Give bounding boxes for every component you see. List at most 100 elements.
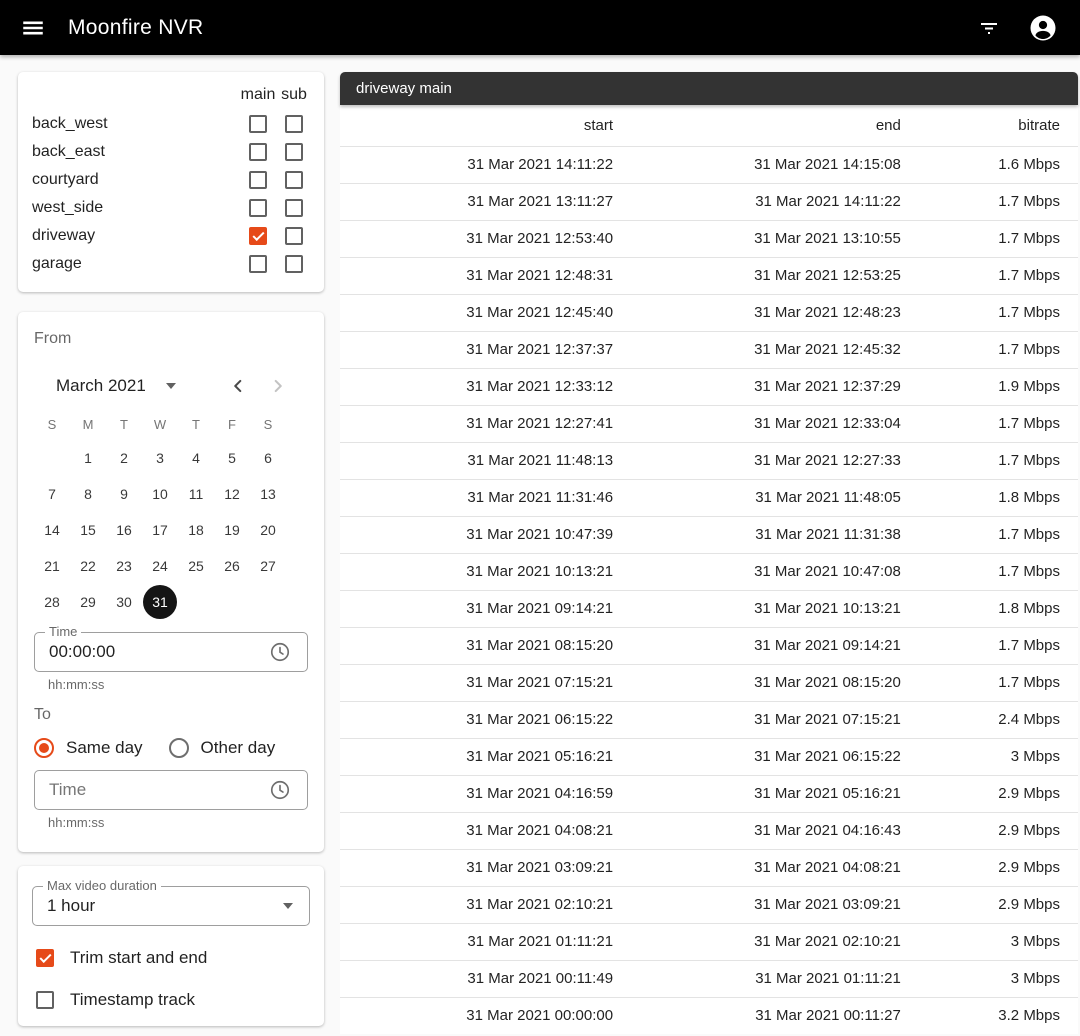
camera-west_side-sub-checkbox[interactable] xyxy=(276,199,312,217)
recording-row[interactable]: 31 Mar 2021 11:31:4631 Mar 2021 11:48:05… xyxy=(340,479,1078,516)
calendar-day-1[interactable]: 1 xyxy=(70,440,106,476)
calendar-day-23[interactable]: 23 xyxy=(106,548,142,584)
calendar-day-20[interactable]: 20 xyxy=(250,512,286,548)
camera-courtyard-main-checkbox[interactable] xyxy=(240,171,276,189)
other-day-option[interactable]: Other day xyxy=(169,738,276,758)
camera-driveway-sub-checkbox[interactable] xyxy=(276,227,312,245)
other-day-radio[interactable] xyxy=(169,738,189,758)
calendar-day-26[interactable]: 26 xyxy=(214,548,250,584)
recording-row[interactable]: 31 Mar 2021 09:14:2131 Mar 2021 10:13:21… xyxy=(340,590,1078,627)
calendar-day-13[interactable]: 13 xyxy=(250,476,286,512)
checkbox[interactable] xyxy=(249,143,267,161)
recording-row[interactable]: 31 Mar 2021 12:37:3731 Mar 2021 12:45:32… xyxy=(340,331,1078,368)
recording-row[interactable]: 31 Mar 2021 03:09:2131 Mar 2021 04:08:21… xyxy=(340,849,1078,886)
calendar-day-30[interactable]: 30 xyxy=(106,584,142,620)
timestamp-checkbox[interactable] xyxy=(36,991,54,1009)
checkbox[interactable] xyxy=(285,171,303,189)
account-icon[interactable] xyxy=(1022,7,1064,49)
calendar-day-31[interactable]: 31 xyxy=(142,584,178,620)
same-day-radio[interactable] xyxy=(34,738,54,758)
recording-row[interactable]: 31 Mar 2021 05:16:2131 Mar 2021 06:15:22… xyxy=(340,738,1078,775)
recording-row[interactable]: 31 Mar 2021 00:11:4931 Mar 2021 01:11:21… xyxy=(340,960,1078,997)
recording-row[interactable]: 31 Mar 2021 13:11:2731 Mar 2021 14:11:22… xyxy=(340,183,1078,220)
calendar-day-2[interactable]: 2 xyxy=(106,440,142,476)
camera-courtyard-sub-checkbox[interactable] xyxy=(276,171,312,189)
month-dropdown-icon[interactable] xyxy=(166,383,176,389)
calendar-day-3[interactable]: 3 xyxy=(142,440,178,476)
trim-start-end-option[interactable]: Trim start and end xyxy=(32,948,310,968)
recording-row[interactable]: 31 Mar 2021 12:27:4131 Mar 2021 12:33:04… xyxy=(340,405,1078,442)
recording-row[interactable]: 31 Mar 2021 12:48:3131 Mar 2021 12:53:25… xyxy=(340,257,1078,294)
recording-row[interactable]: 31 Mar 2021 08:15:2031 Mar 2021 09:14:21… xyxy=(340,627,1078,664)
calendar-day-17[interactable]: 17 xyxy=(142,512,178,548)
prev-month-icon[interactable] xyxy=(226,374,250,398)
recording-row[interactable]: 31 Mar 2021 11:48:1331 Mar 2021 12:27:33… xyxy=(340,442,1078,479)
recording-row[interactable]: 31 Mar 2021 14:11:2231 Mar 2021 14:15:08… xyxy=(340,146,1078,183)
calendar-day-22[interactable]: 22 xyxy=(70,548,106,584)
checkbox[interactable] xyxy=(285,115,303,133)
calendar-day-4[interactable]: 4 xyxy=(178,440,214,476)
checkbox[interactable] xyxy=(285,143,303,161)
calendar-day-16[interactable]: 16 xyxy=(106,512,142,548)
from-time-input[interactable] xyxy=(49,642,263,662)
calendar-day-28[interactable]: 28 xyxy=(34,584,70,620)
camera-garage-sub-checkbox[interactable] xyxy=(276,255,312,273)
checkbox[interactable] xyxy=(249,171,267,189)
camera-west_side-main-checkbox[interactable] xyxy=(240,199,276,217)
timestamp-track-option[interactable]: Timestamp track xyxy=(32,990,310,1010)
filter-icon[interactable] xyxy=(968,7,1010,49)
camera-back_west-main-checkbox[interactable] xyxy=(240,115,276,133)
camera-back_east-main-checkbox[interactable] xyxy=(240,143,276,161)
trim-checkbox[interactable] xyxy=(36,949,54,967)
calendar-day-21[interactable]: 21 xyxy=(34,548,70,584)
checkbox[interactable] xyxy=(249,199,267,217)
recording-row[interactable]: 31 Mar 2021 00:00:0031 Mar 2021 00:11:27… xyxy=(340,997,1078,1034)
calendar-day-9[interactable]: 9 xyxy=(106,476,142,512)
calendar-day-15[interactable]: 15 xyxy=(70,512,106,548)
checkbox[interactable] xyxy=(249,255,267,273)
calendar-day-7[interactable]: 7 xyxy=(34,476,70,512)
recording-row[interactable]: 31 Mar 2021 12:53:4031 Mar 2021 13:10:55… xyxy=(340,220,1078,257)
camera-garage-main-checkbox[interactable] xyxy=(240,255,276,273)
recording-row[interactable]: 31 Mar 2021 04:16:5931 Mar 2021 05:16:21… xyxy=(340,775,1078,812)
menu-icon[interactable] xyxy=(12,7,54,49)
calendar-month-label[interactable]: March 2021 xyxy=(56,376,146,396)
start-cell: 31 Mar 2021 11:48:13 xyxy=(340,442,613,479)
recording-row[interactable]: 31 Mar 2021 10:13:2131 Mar 2021 10:47:08… xyxy=(340,553,1078,590)
recording-row[interactable]: 31 Mar 2021 12:33:1231 Mar 2021 12:37:29… xyxy=(340,368,1078,405)
calendar-day-25[interactable]: 25 xyxy=(178,548,214,584)
camera-back_east-sub-checkbox[interactable] xyxy=(276,143,312,161)
calendar-day-27[interactable]: 27 xyxy=(250,548,286,584)
calendar-day-24[interactable]: 24 xyxy=(142,548,178,584)
recording-row[interactable]: 31 Mar 2021 02:10:2131 Mar 2021 03:09:21… xyxy=(340,886,1078,923)
recording-row[interactable]: 31 Mar 2021 10:47:3931 Mar 2021 11:31:38… xyxy=(340,516,1078,553)
clock-icon[interactable] xyxy=(263,635,297,669)
calendar-day-29[interactable]: 29 xyxy=(70,584,106,620)
recording-row[interactable]: 31 Mar 2021 07:15:2131 Mar 2021 08:15:20… xyxy=(340,664,1078,701)
end-cell: 31 Mar 2021 03:09:21 xyxy=(613,886,901,923)
checkbox[interactable] xyxy=(285,227,303,245)
to-time-input[interactable] xyxy=(49,780,263,800)
same-day-option[interactable]: Same day xyxy=(34,738,143,758)
camera-driveway-main-checkbox[interactable] xyxy=(240,227,276,245)
calendar-day-5[interactable]: 5 xyxy=(214,440,250,476)
camera-back_west-sub-checkbox[interactable] xyxy=(276,115,312,133)
recording-row[interactable]: 31 Mar 2021 04:08:2131 Mar 2021 04:16:43… xyxy=(340,812,1078,849)
recording-row[interactable]: 31 Mar 2021 06:15:2231 Mar 2021 07:15:21… xyxy=(340,701,1078,738)
checkbox[interactable] xyxy=(249,115,267,133)
clock-icon[interactable] xyxy=(263,773,297,807)
recording-row[interactable]: 31 Mar 2021 12:45:4031 Mar 2021 12:48:23… xyxy=(340,294,1078,331)
calendar-day-8[interactable]: 8 xyxy=(70,476,106,512)
calendar-day-6[interactable]: 6 xyxy=(250,440,286,476)
recording-row[interactable]: 31 Mar 2021 01:11:2131 Mar 2021 02:10:21… xyxy=(340,923,1078,960)
calendar-day-18[interactable]: 18 xyxy=(178,512,214,548)
calendar-day-12[interactable]: 12 xyxy=(214,476,250,512)
calendar-day-11[interactable]: 11 xyxy=(178,476,214,512)
calendar-day-10[interactable]: 10 xyxy=(142,476,178,512)
checkbox[interactable] xyxy=(249,227,267,245)
checkbox[interactable] xyxy=(285,255,303,273)
checkbox[interactable] xyxy=(285,199,303,217)
calendar-day-19[interactable]: 19 xyxy=(214,512,250,548)
max-duration-select[interactable]: Max video duration 1 hour xyxy=(32,886,310,926)
calendar-day-14[interactable]: 14 xyxy=(34,512,70,548)
